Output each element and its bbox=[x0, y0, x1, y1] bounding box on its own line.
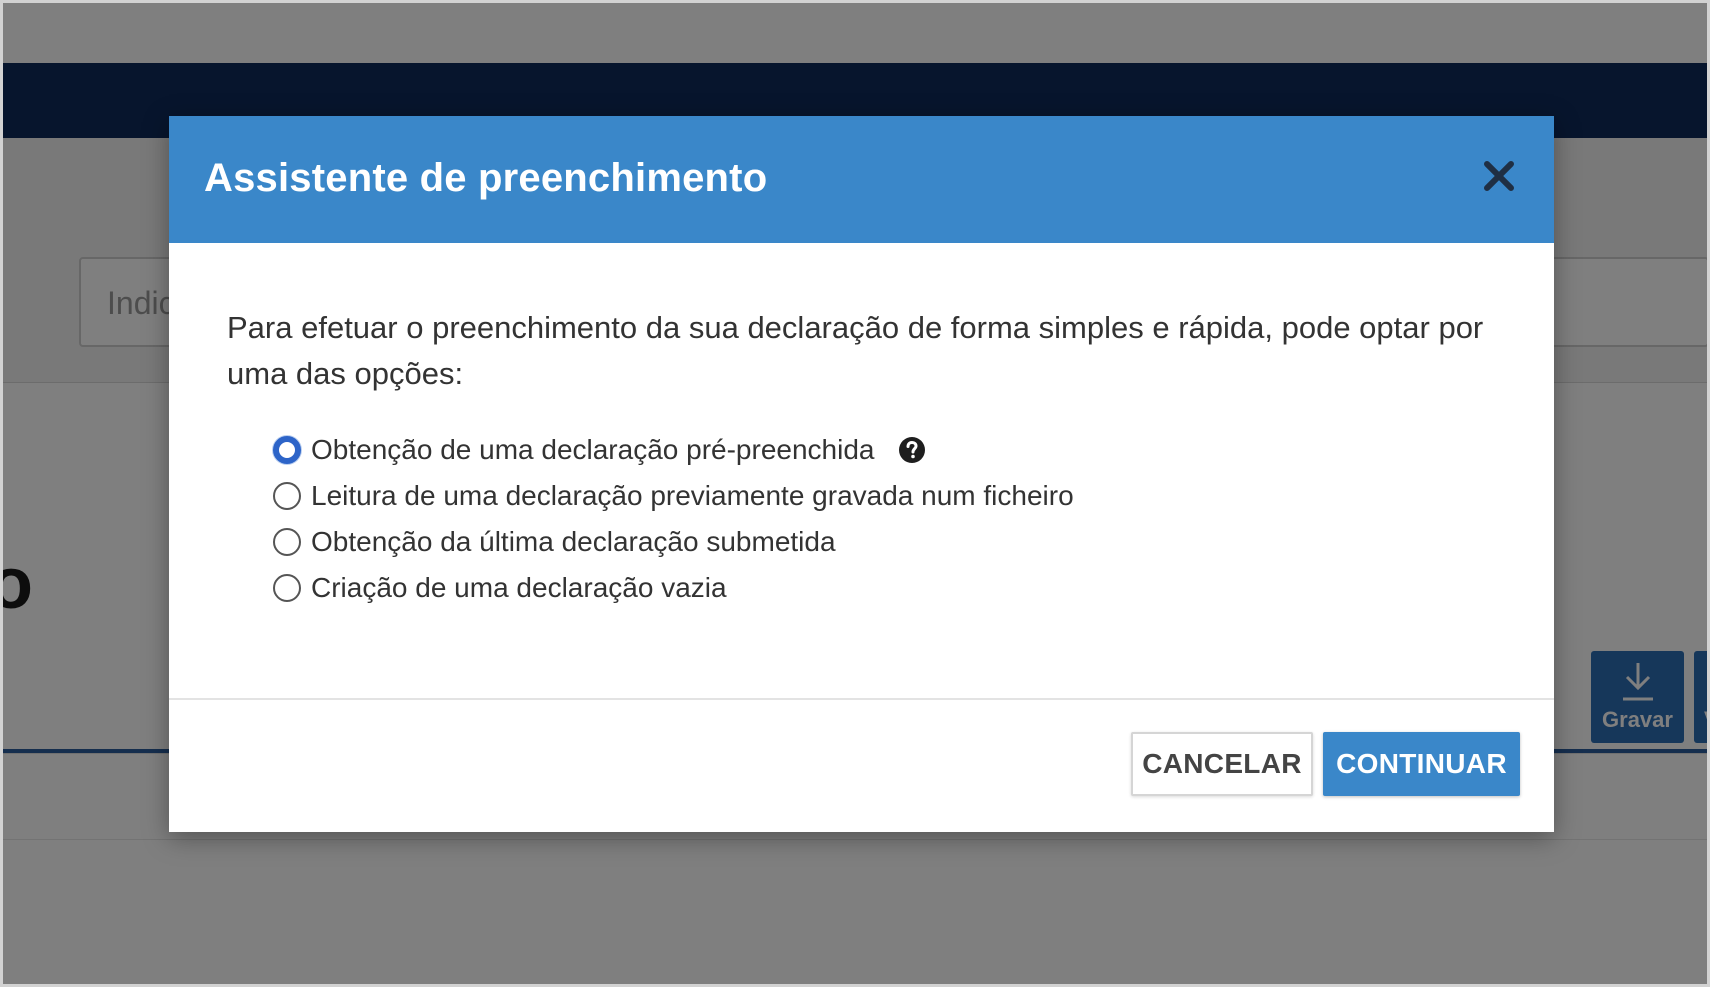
option-empty[interactable]: Criação de uma declaração vazia bbox=[273, 565, 1074, 611]
option-read-file[interactable]: Leitura de uma declaração previamente gr… bbox=[273, 473, 1074, 519]
screenshot-frame: Indicar o Gravar V Assistente de preench… bbox=[0, 0, 1710, 987]
radio-empty[interactable] bbox=[273, 574, 301, 602]
option-prefilled[interactable]: Obtenção de uma declaração pré-preenchid… bbox=[273, 427, 1074, 473]
option-label: Obtenção da última declaração submetida bbox=[311, 526, 836, 557]
dialog-body: Para efetuar o preenchimento da sua decl… bbox=[169, 243, 1554, 698]
option-last-submitted[interactable]: Obtenção da última declaração submetida bbox=[273, 519, 1074, 565]
cancel-button[interactable]: CANCELAR bbox=[1131, 732, 1313, 796]
option-label: Criação de uma declaração vazia bbox=[311, 572, 727, 603]
filling-assistant-dialog: Assistente de preenchimento Para efetuar… bbox=[169, 116, 1554, 832]
fill-options-radio-group: Obtenção de uma declaração pré-preenchid… bbox=[273, 427, 1074, 611]
radio-read-file[interactable] bbox=[273, 482, 301, 510]
close-button[interactable] bbox=[1479, 156, 1519, 196]
close-icon bbox=[1484, 161, 1514, 191]
question-circle-icon[interactable] bbox=[898, 436, 926, 464]
radio-last-submitted[interactable] bbox=[273, 528, 301, 556]
dialog-intro-text: Para efetuar o preenchimento da sua decl… bbox=[227, 310, 1484, 391]
dialog-title: Assistente de preenchimento bbox=[204, 156, 768, 200]
dialog-header: Assistente de preenchimento bbox=[169, 116, 1554, 243]
dialog-footer-divider bbox=[169, 698, 1554, 700]
option-label: Obtenção de uma declaração pré-preenchid… bbox=[311, 434, 875, 465]
option-label: Leitura de uma declaração previamente gr… bbox=[311, 480, 1074, 511]
radio-prefilled[interactable] bbox=[273, 436, 301, 464]
continue-button[interactable]: CONTINUAR bbox=[1323, 732, 1520, 796]
